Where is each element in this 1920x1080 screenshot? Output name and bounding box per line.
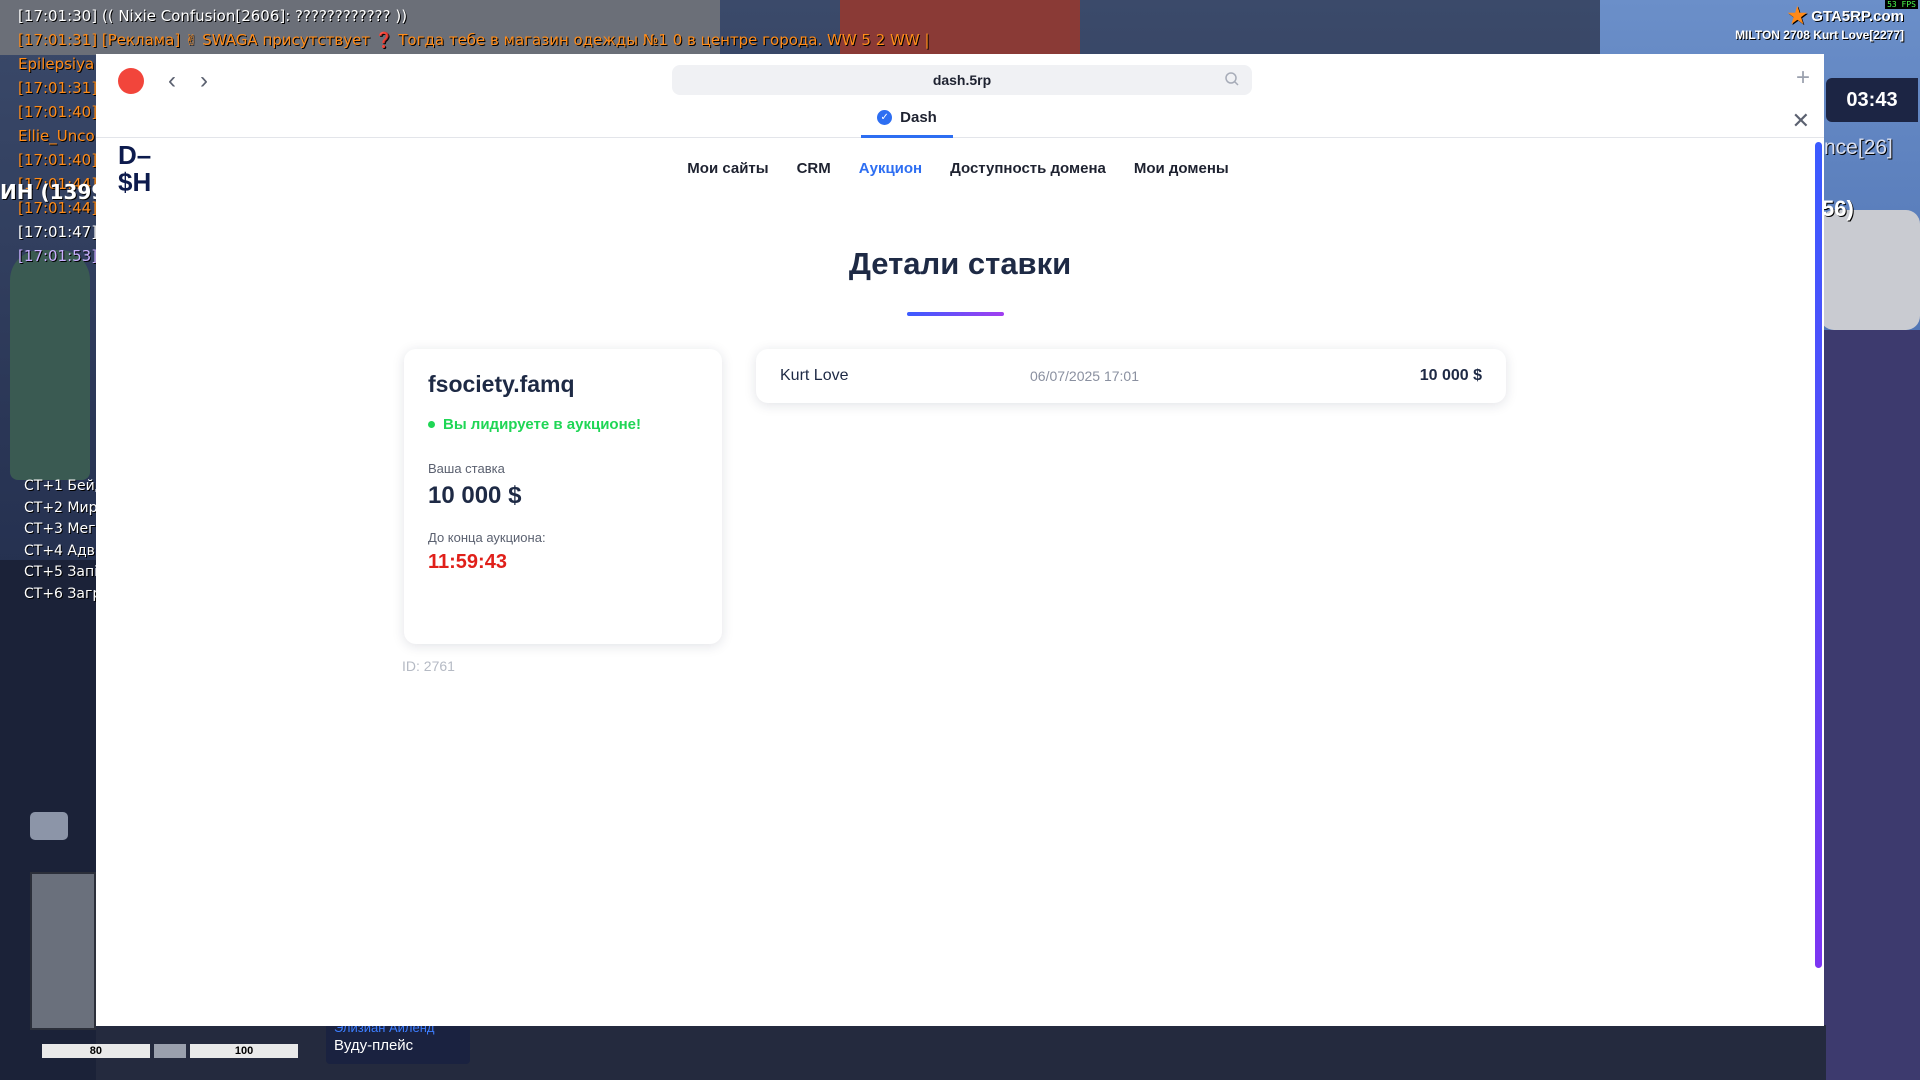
chevron-right-icon: › <box>200 67 208 94</box>
chevron-left-icon: ‹ <box>168 67 176 94</box>
camera-icon <box>30 812 68 840</box>
forward-button[interactable]: › <box>192 66 216 96</box>
game-clock: 03:43 <box>1826 78 1918 122</box>
hunger-bar <box>153 1044 187 1058</box>
nav-auction[interactable]: Аукцион <box>859 160 922 177</box>
nav-domain-availability[interactable]: Доступность домена <box>950 160 1106 177</box>
close-window-button[interactable] <box>118 68 144 94</box>
nav-my-sites[interactable]: Мои сайты <box>687 160 768 177</box>
bidder-name: Kurt Love <box>780 367 849 384</box>
page-title: Детали ставки <box>848 246 1072 281</box>
nearby-player-name: nce[26] <box>1824 136 1893 159</box>
time-left-value: 11:59:43 <box>428 551 507 573</box>
chat-line: [17:01:31] [Реклама] ✌ SWAGA присутствуе… <box>18 31 930 49</box>
time-left-label: До конца аукциона: <box>428 530 546 545</box>
armor-bar: 100 <box>190 1044 298 1058</box>
star-icon: ★ <box>1787 3 1808 28</box>
your-bid-value: 10 000 $ <box>428 482 522 509</box>
leading-status-text: Вы лидируете в аукционе! <box>443 416 641 433</box>
hotkey-list: CT+1 Бейд CT+2 Мир CT+3 Мега CT+4 Адв CT… <box>24 476 104 605</box>
nav-crm[interactable]: CRM <box>797 160 831 177</box>
bid-date: 06/07/2025 17:01 <box>1030 368 1139 384</box>
bid-history-row: Kurt Love 06/07/2025 17:01 10 000 $ <box>756 349 1506 403</box>
your-bid-label: Ваша ставка <box>428 461 505 476</box>
verified-icon: ✓ <box>877 110 893 125</box>
status-dot-icon <box>428 421 435 428</box>
hotkey-item: CT+1 Бейд <box>24 478 105 494</box>
health-bar: 80 <box>42 1044 150 1058</box>
browser-toolbar: ‹ › dash.5rp + ✓ Dash ✕ <box>96 54 1824 138</box>
status-bars: 80 100 <box>42 1044 298 1058</box>
chat-line: [17:01:30] (( Nixie Confusion[2606]: ???… <box>18 7 408 25</box>
close-tab-button[interactable]: ✕ <box>1792 108 1810 134</box>
minimap <box>30 872 96 1030</box>
player-tag: ИН (1399 <box>0 180 106 204</box>
server-logo: ★ GTA5RP.com <box>1735 3 1904 28</box>
hotkey-item: CT+6 Загр <box>24 585 102 602</box>
hotkey-item: CT+2 Мир <box>24 499 98 516</box>
hotkey-item: CT+4 Адв <box>24 542 95 559</box>
address-bar[interactable]: dash.5rp <box>672 65 1252 95</box>
server-info: ★ GTA5RP.com MILTON 2708 Kurt Love[2277] <box>1735 3 1904 43</box>
browser-window: ‹ › dash.5rp + ✓ Dash ✕ D– $H Мои сайты <box>96 54 1824 1026</box>
nearby-player-id: 56) <box>1822 196 1854 221</box>
search-icon[interactable] <box>1224 71 1240 87</box>
back-button[interactable]: ‹ <box>160 66 184 96</box>
nav-my-domains[interactable]: Мои домены <box>1134 160 1229 177</box>
background-car <box>1820 210 1920 330</box>
address-url: dash.5rp <box>932 72 992 88</box>
leading-status: Вы лидируете в аукционе! <box>428 416 698 433</box>
background-character <box>10 250 90 480</box>
tab-label: Dash <box>900 109 937 126</box>
tab-dash[interactable]: ✓ Dash <box>861 100 953 138</box>
close-icon: ✕ <box>1791 108 1810 133</box>
server-player-line: MILTON 2708 Kurt Love[2277] <box>1735 28 1904 42</box>
server-logo-text: GTA5RP.com <box>1811 7 1904 25</box>
domain-name: fsociety.famq <box>428 371 575 397</box>
location-street: Вуду-плейс <box>334 1037 414 1054</box>
hotkey-item: CT+3 Мега <box>24 521 105 537</box>
plus-icon: + <box>1795 64 1810 91</box>
hotkey-item: CT+5 Запі <box>24 564 99 580</box>
background-ground-right <box>1820 330 1920 1080</box>
bid-details-card: fsociety.famq Вы лидируете в аукционе! В… <box>404 349 722 644</box>
new-tab-button[interactable]: + <box>1796 64 1810 92</box>
site-nav: Мои сайты CRM Аукцион Доступность домена… <box>96 160 1824 177</box>
title-underline <box>907 312 1004 316</box>
bid-amount: 10 000 $ <box>1419 367 1482 384</box>
bid-id: ID: 2761 <box>402 658 455 674</box>
